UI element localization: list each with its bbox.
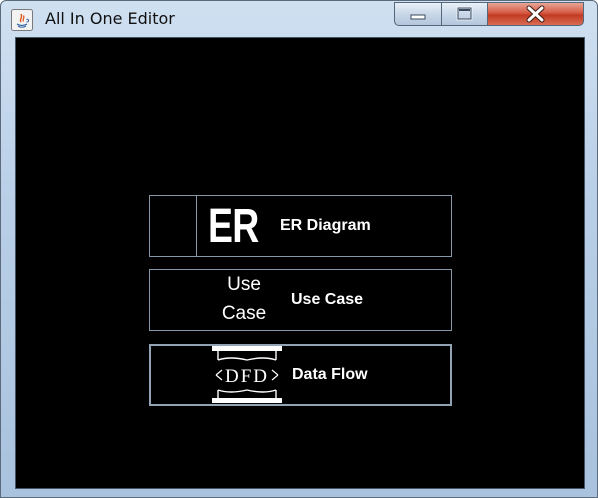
er-icon: ER xyxy=(208,200,259,253)
dfd-icon-text: DFD xyxy=(225,366,269,387)
editor-menu-panel: ER ER Diagram Use Case Use Case DFD Data… xyxy=(15,37,585,489)
button-divider xyxy=(196,196,197,256)
maximize-icon xyxy=(456,6,473,21)
data-flow-label: Data Flow xyxy=(292,366,368,383)
data-flow-button[interactable]: DFD Data Flow xyxy=(149,344,452,406)
use-case-icon: Use Case xyxy=(216,270,272,330)
minimize-button[interactable] xyxy=(394,2,442,26)
use-case-icon-line-1: Use xyxy=(227,274,261,295)
use-case-label: Use Case xyxy=(291,291,364,308)
er-diagram-label: ER Diagram xyxy=(280,217,371,234)
maximize-button[interactable] xyxy=(441,2,488,26)
close-icon xyxy=(526,5,545,23)
close-button[interactable] xyxy=(487,2,584,26)
minimize-icon xyxy=(410,14,426,20)
app-window: All In One Editor ER ER Diagram Use Case… xyxy=(0,0,598,498)
er-diagram-button[interactable]: ER ER Diagram xyxy=(149,195,452,257)
dfd-icon: DFD xyxy=(212,346,282,403)
use-case-icon-line-2: Case xyxy=(221,303,267,324)
java-app-icon[interactable] xyxy=(11,9,33,31)
title-bar[interactable]: All In One Editor xyxy=(1,1,597,37)
window-title: All In One Editor xyxy=(45,9,175,28)
use-case-button[interactable]: Use Case Use Case xyxy=(149,269,452,331)
